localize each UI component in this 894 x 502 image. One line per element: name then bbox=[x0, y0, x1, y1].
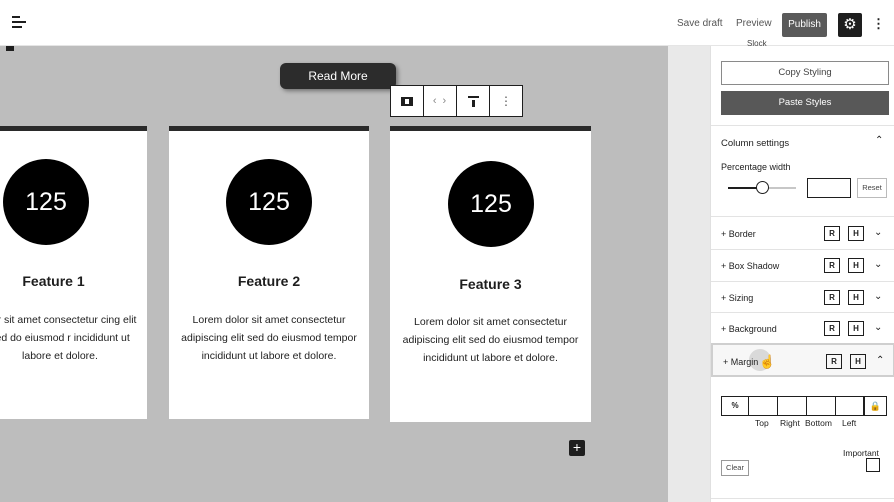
hover-button[interactable]: H bbox=[848, 290, 864, 305]
feature-text: Lorem dolor sit amet consectetur adipisc… bbox=[181, 314, 357, 362]
reset-button[interactable]: Reset bbox=[857, 178, 887, 198]
border-panel[interactable]: + Border R H ⌄ bbox=[711, 217, 894, 249]
feature-card[interactable]: 125 Feature 2 Lorem dolor sit amet conse… bbox=[169, 126, 369, 419]
publish-button[interactable]: Publish bbox=[782, 13, 827, 37]
responsive-button[interactable]: R bbox=[826, 354, 842, 369]
divider bbox=[711, 498, 894, 499]
margin-bottom-label: Bottom bbox=[805, 418, 832, 428]
feature-card[interactable]: 125 Feature 3 Lorem dolor sit amet conse… bbox=[390, 126, 591, 422]
kebab-icon[interactable]: ⋮ bbox=[872, 16, 885, 32]
background-panel[interactable]: + Background R H ⌄ bbox=[711, 312, 894, 344]
chevron-down-icon[interactable]: ⌄ bbox=[874, 322, 882, 333]
responsive-button[interactable]: R bbox=[824, 226, 840, 241]
panel-label: + Sizing bbox=[721, 293, 754, 303]
columns-icon[interactable] bbox=[391, 86, 424, 116]
read-more-button[interactable]: Read More bbox=[280, 63, 396, 89]
responsive-button[interactable]: R bbox=[824, 290, 840, 305]
counter-circle: 125 bbox=[448, 161, 534, 247]
chevron-down-icon[interactable]: ⌄ bbox=[874, 291, 882, 302]
counter-circle: 125 bbox=[226, 159, 312, 245]
hover-button[interactable]: H bbox=[848, 258, 864, 273]
margin-left-input[interactable] bbox=[836, 396, 864, 416]
cutoff-label: Slock bbox=[747, 39, 767, 48]
chevron-left-right-icon[interactable]: ‹› bbox=[424, 86, 457, 116]
margin-left-label: Left bbox=[842, 418, 857, 428]
panel-label: + Box Shadow bbox=[721, 261, 780, 271]
lock-icon[interactable]: 🔒 bbox=[864, 396, 887, 416]
feature-text: olor sit amet consectetur cing elit sed … bbox=[0, 314, 137, 362]
chevron-up-icon[interactable]: ⌃ bbox=[876, 355, 884, 366]
align-top-icon[interactable] bbox=[457, 86, 490, 116]
panel-label: + Background bbox=[721, 324, 777, 334]
margin-panel[interactable]: + Margin ☝ R H ⌃ bbox=[711, 343, 894, 377]
hover-button[interactable]: H bbox=[848, 321, 864, 336]
margin-top-input[interactable] bbox=[749, 396, 778, 416]
margin-bottom-input[interactable] bbox=[807, 396, 836, 416]
copy-styling-button[interactable]: Copy Styling bbox=[721, 61, 889, 85]
important-checkbox[interactable] bbox=[866, 458, 880, 472]
slider-thumb[interactable] bbox=[756, 181, 769, 194]
panel-label: + Border bbox=[721, 229, 756, 239]
add-block-button[interactable]: + bbox=[569, 440, 585, 456]
margin-right-label: Right bbox=[780, 418, 800, 428]
feature-title: Feature 3 bbox=[459, 276, 522, 292]
percentage-width-input[interactable] bbox=[807, 178, 851, 198]
clear-button[interactable]: Clear bbox=[721, 460, 749, 476]
feature-card[interactable]: 125 Feature 1 olor sit amet consectetur … bbox=[0, 126, 147, 419]
feature-text: Lorem dolor sit amet consectetur adipisc… bbox=[402, 316, 579, 364]
counter-circle: 125 bbox=[3, 159, 89, 245]
sizing-panel[interactable]: + Sizing R H ⌄ bbox=[711, 281, 894, 313]
percentage-width-label: Percentage width bbox=[721, 162, 791, 172]
divider bbox=[711, 125, 894, 126]
block-toolbar: ‹› ⋮ bbox=[390, 85, 523, 117]
chevron-down-icon[interactable]: ⌄ bbox=[874, 227, 882, 238]
block-marker bbox=[6, 46, 14, 51]
hover-button[interactable]: H bbox=[850, 354, 866, 369]
important-label: Important bbox=[843, 448, 879, 458]
margin-right-input[interactable] bbox=[778, 396, 807, 416]
settings-sidebar: Slock Copy Styling Paste Styles Column s… bbox=[710, 39, 894, 502]
responsive-button[interactable]: R bbox=[824, 321, 840, 336]
pointer-cursor-icon: ☝ bbox=[759, 354, 776, 369]
list-view-icon[interactable] bbox=[12, 16, 26, 28]
chevron-up-icon[interactable]: ⌃ bbox=[875, 135, 883, 146]
feature-title: Feature 1 bbox=[22, 273, 85, 289]
column-settings-title[interactable]: Column settings bbox=[721, 138, 789, 149]
gear-icon[interactable]: ⚙ bbox=[838, 13, 862, 37]
hover-button[interactable]: H bbox=[848, 226, 864, 241]
feature-title: Feature 2 bbox=[237, 273, 301, 289]
margin-top-label: Top bbox=[755, 418, 769, 428]
unit-selector[interactable]: % bbox=[721, 396, 749, 416]
editor-canvas: Read More ‹› ⋮ 125 Feature 1 olor sit am… bbox=[0, 46, 668, 502]
responsive-button[interactable]: R bbox=[824, 258, 840, 273]
panel-label: + Margin bbox=[723, 357, 759, 367]
save-draft-button[interactable]: Save draft bbox=[677, 18, 723, 29]
kebab-icon[interactable]: ⋮ bbox=[490, 86, 522, 116]
paste-styles-button[interactable]: Paste Styles bbox=[721, 91, 889, 115]
chevron-down-icon[interactable]: ⌄ bbox=[874, 259, 882, 270]
preview-button[interactable]: Preview bbox=[736, 18, 772, 29]
canvas-margin bbox=[668, 46, 710, 502]
box-shadow-panel[interactable]: + Box Shadow R H ⌄ bbox=[711, 249, 894, 281]
